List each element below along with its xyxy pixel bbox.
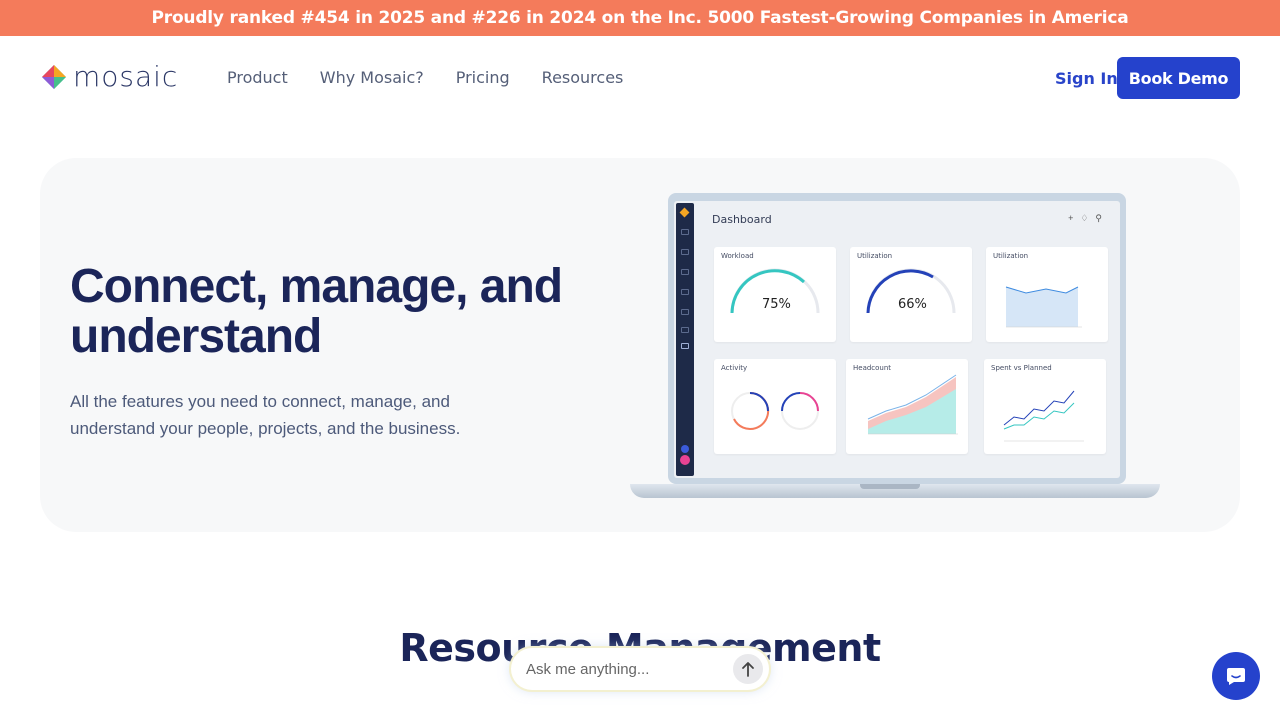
top-navigation: mosaic Product Why Mosaic? Pricing Resou… bbox=[0, 36, 1280, 120]
card-value: 66% bbox=[898, 297, 927, 312]
utilization-card: Utilization 66% bbox=[850, 247, 972, 342]
dashboard-toolbar: + ♢ ⚲ bbox=[1068, 213, 1102, 224]
utilization-area-chart bbox=[1005, 286, 1082, 328]
laptop-illustration: Dashboard + ♢ ⚲ Workload 75% Utilization bbox=[630, 192, 1160, 502]
sidebar-nav-icon bbox=[681, 327, 689, 333]
search-icon: ⚲ bbox=[1095, 213, 1102, 223]
sidebar-nav-icon-active bbox=[681, 343, 689, 349]
dashboard-screen: Dashboard + ♢ ⚲ Workload 75% Utilization bbox=[674, 201, 1120, 478]
workload-gauge bbox=[730, 268, 820, 314]
sign-in-link[interactable]: Sign In bbox=[1055, 69, 1118, 88]
avatar bbox=[680, 455, 690, 465]
laptop-notch bbox=[860, 484, 920, 489]
logo-wordmark: mosaic bbox=[73, 60, 179, 93]
bell-icon: ♢ bbox=[1080, 213, 1089, 223]
logo[interactable]: mosaic bbox=[41, 63, 178, 91]
utilization-chart-card: Utilization bbox=[986, 247, 1108, 342]
hero-heading: Connect, manage, and understand bbox=[70, 260, 563, 363]
sidebar-nav-icon bbox=[681, 269, 689, 275]
sidebar-logo-icon bbox=[679, 207, 690, 218]
chat-icon bbox=[1227, 668, 1245, 685]
sidebar-nav-icon bbox=[681, 249, 689, 255]
activity-rings bbox=[731, 391, 819, 430]
hero-subheading: All the features you need to connect, ma… bbox=[70, 392, 461, 438]
dashboard-sidebar bbox=[676, 203, 694, 476]
mosaic-logo-icon bbox=[42, 65, 66, 89]
sidebar-nav-icon bbox=[681, 229, 689, 235]
card-value: 75% bbox=[762, 297, 791, 312]
hero-section: Connect, manage, and understand All the … bbox=[40, 158, 1240, 532]
laptop-screen-frame: Dashboard + ♢ ⚲ Workload 75% Utilization bbox=[668, 193, 1126, 484]
nav-links: Product Why Mosaic? Pricing Resources bbox=[227, 68, 623, 87]
avatar bbox=[681, 445, 689, 453]
headcount-card: Headcount bbox=[846, 359, 968, 454]
ask-input[interactable] bbox=[511, 660, 721, 678]
workload-card: Workload 75% bbox=[714, 247, 836, 342]
chat-widget-button[interactable] bbox=[1212, 652, 1260, 700]
plus-icon: + bbox=[1068, 213, 1074, 223]
spent-vs-planned-card: Spent vs Planned bbox=[984, 359, 1106, 454]
sidebar-nav-icon bbox=[681, 289, 689, 295]
send-button[interactable] bbox=[733, 654, 763, 684]
ask-ai-box bbox=[511, 648, 769, 690]
activity-card: Activity bbox=[714, 359, 836, 454]
book-demo-button[interactable]: Book Demo bbox=[1117, 57, 1240, 99]
spent-vs-planned-chart bbox=[1003, 390, 1084, 442]
nav-link-why-mosaic[interactable]: Why Mosaic? bbox=[320, 68, 424, 87]
promo-banner: Proudly ranked #454 in 2025 and #226 in … bbox=[0, 0, 1280, 36]
arrow-up-icon bbox=[742, 662, 754, 677]
nav-link-product[interactable]: Product bbox=[227, 68, 288, 87]
nav-link-resources[interactable]: Resources bbox=[542, 68, 624, 87]
sidebar-nav-icon bbox=[681, 309, 689, 315]
dashboard-title: Dashboard bbox=[712, 213, 772, 226]
headcount-area-chart bbox=[867, 374, 958, 435]
utilization-gauge bbox=[866, 268, 956, 314]
nav-link-pricing[interactable]: Pricing bbox=[456, 68, 510, 87]
